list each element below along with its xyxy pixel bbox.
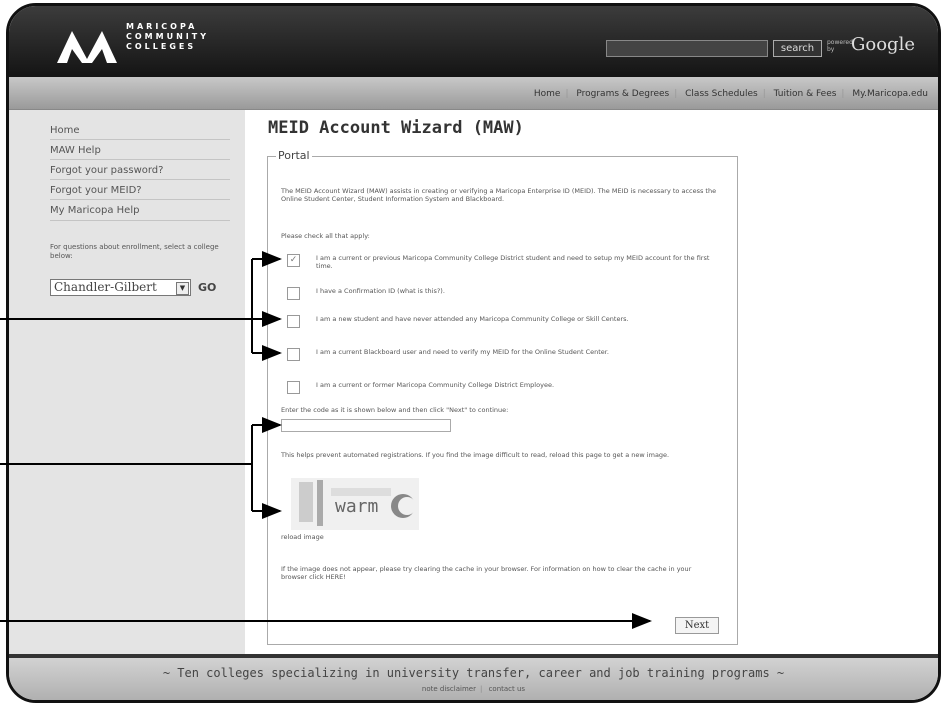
site-header: MARICOPA COMMUNITY COLLEGES search power… — [9, 6, 938, 77]
option-label: I am a new student and have never attend… — [316, 315, 629, 323]
nav-my-maricopa[interactable]: My.Maricopa.edu — [852, 89, 928, 99]
sidebar-item-forgot-password[interactable]: Forgot your password? — [50, 165, 163, 176]
logo-line-3: COLLEGES — [126, 42, 197, 51]
captcha-image: warm — [291, 478, 419, 530]
sidebar-divider — [50, 179, 230, 180]
option-label: I am a current or former Maricopa Commun… — [316, 381, 555, 389]
browser-frame: MARICOPA COMMUNITY COLLEGES search power… — [6, 3, 941, 703]
nav-programs[interactable]: Programs & Degrees — [576, 89, 669, 99]
top-nav: Home | Programs & Degrees | Class Schedule… — [9, 77, 938, 110]
option-label: I am a current Blackboard user and need … — [316, 348, 609, 356]
portal-fieldset: Portal The MEID Account Wizard (MAW) ass… — [267, 149, 738, 645]
cache-note: If the image does not appear, please try… — [281, 565, 692, 581]
go-button[interactable]: GO — [198, 281, 216, 294]
footer-contact-link[interactable]: contact us — [489, 685, 526, 693]
chevron-down-icon[interactable]: ▼ — [176, 282, 189, 295]
page-title: MEID Account Wizard (MAW) — [268, 118, 524, 138]
maricopa-logo-icon[interactable] — [57, 21, 117, 63]
nav-links: Home | Programs & Degrees | Class Schedule… — [533, 89, 928, 99]
sidebar-divider — [50, 139, 230, 140]
search-button[interactable]: search — [773, 40, 822, 57]
nav-tuition[interactable]: Tuition & Fees — [774, 89, 837, 99]
footer-disclaimer-link[interactable]: note disclaimer — [422, 685, 476, 693]
logo-line-2: COMMUNITY — [126, 32, 210, 41]
reload-image-link[interactable]: reload image — [281, 533, 324, 541]
next-button[interactable]: Next — [675, 617, 719, 634]
footer-tagline: ~ Ten colleges specializing in universit… — [162, 666, 785, 680]
logo-wordmark[interactable]: MARICOPA COMMUNITY COLLEGES — [126, 22, 209, 52]
checkbox-new-student[interactable] — [287, 315, 300, 328]
nav-class-schedules[interactable]: Class Schedules — [685, 89, 758, 99]
sidebar-item-maw-help[interactable]: MAW Help — [50, 145, 101, 156]
checkbox-confirmation-id[interactable] — [287, 287, 300, 300]
sidebar: Home MAW Help Forgot your password? Forg… — [9, 110, 245, 655]
captcha-help-text: This helps prevent automated registratio… — [281, 451, 670, 459]
enrollment-help-text: For questions about enrollment, select a… — [50, 243, 219, 260]
captcha-word: warm — [335, 496, 378, 517]
sidebar-divider — [50, 220, 230, 221]
google-logo: Google — [851, 34, 915, 55]
checkbox-blackboard-user[interactable] — [287, 348, 300, 361]
search-input[interactable] — [606, 40, 768, 57]
portal-legend: Portal — [276, 149, 312, 162]
footer-links: note disclaimer | contact us — [421, 685, 526, 693]
checkbox-current-student[interactable]: ✓ — [287, 254, 300, 267]
checkbox-employee[interactable] — [287, 381, 300, 394]
option-label: I have a Confirmation ID (what is this?)… — [316, 287, 445, 295]
intro-text: The MEID Account Wizard (MAW) assists in… — [281, 187, 717, 203]
logo-line-1: MARICOPA — [126, 22, 198, 31]
captcha-input[interactable] — [281, 419, 451, 432]
sidebar-divider — [50, 199, 230, 200]
college-select-value: Chandler-Gilbert — [54, 280, 157, 294]
sidebar-item-home[interactable]: Home — [50, 125, 80, 136]
college-select[interactable]: Chandler-Gilbert ▼ — [50, 279, 191, 296]
sidebar-item-my-maricopa-help[interactable]: My Maricopa Help — [50, 205, 139, 216]
sidebar-item-forgot-meid[interactable]: Forgot your MEID? — [50, 185, 142, 196]
site-footer: ~ Ten colleges specializing in universit… — [9, 654, 938, 700]
powered-by-label: powered by — [827, 39, 853, 53]
check-instruction: Please check all that apply: — [281, 232, 370, 240]
sidebar-divider — [50, 159, 230, 160]
option-label: I am a current or previous Maricopa Comm… — [316, 254, 710, 270]
captcha-instruction: Enter the code as it is shown below and … — [281, 406, 509, 414]
nav-home[interactable]: Home — [534, 89, 561, 99]
